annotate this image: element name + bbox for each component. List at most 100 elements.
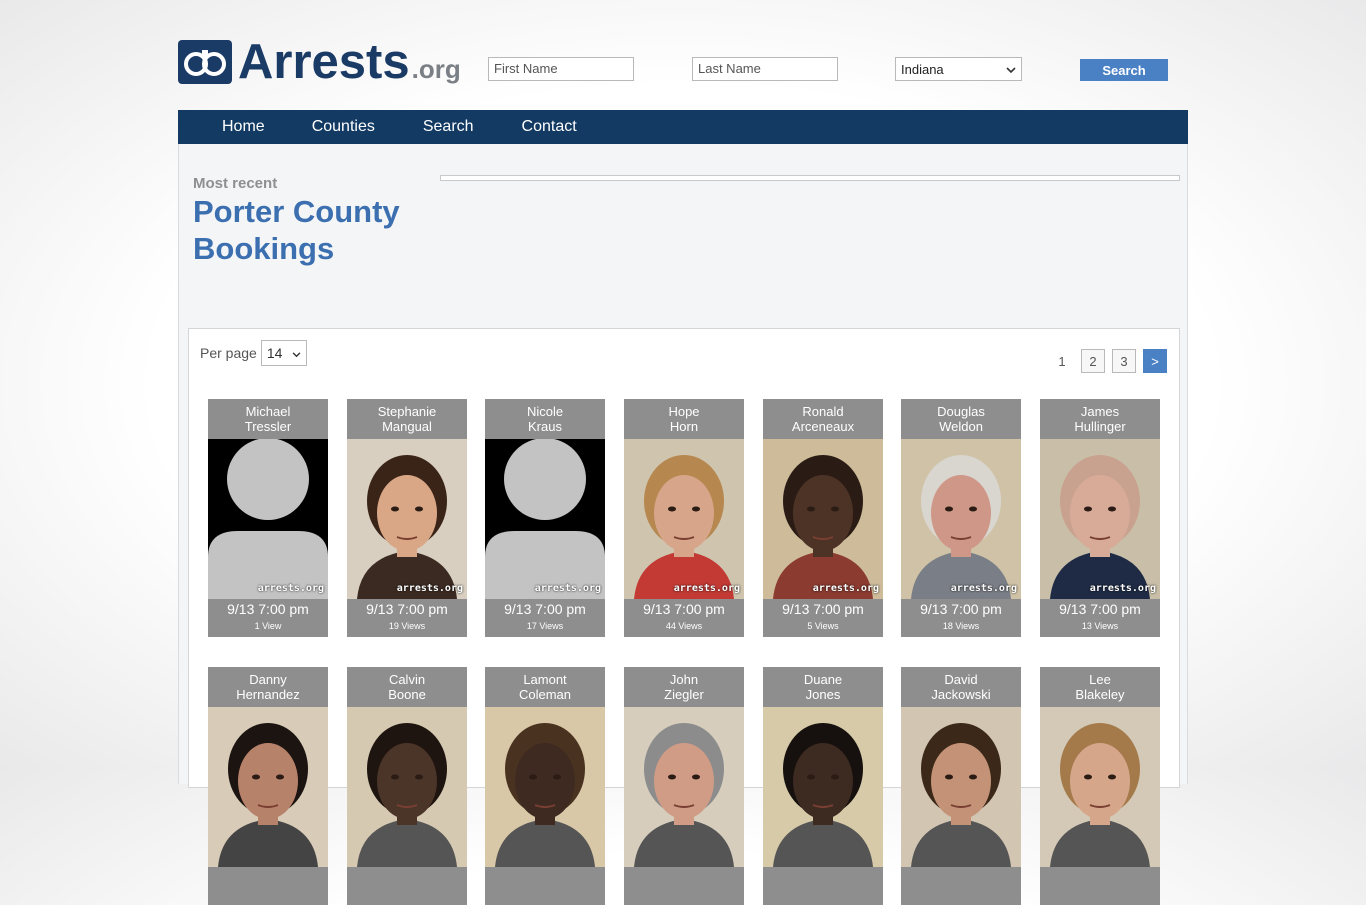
booking-time: 9/13 7:00 pm: [920, 601, 1002, 617]
mugshot-photo[interactable]: [347, 707, 467, 867]
mugshot-photo[interactable]: arrests.org: [763, 439, 883, 599]
photo-watermark: arrests.org: [673, 583, 740, 594]
view-count: 17 Views: [526, 621, 564, 631]
photo-watermark: arrests.org: [1089, 583, 1156, 594]
avatar-placeholder-icon[interactable]: arrests.org: [208, 439, 328, 599]
photo-watermark: arrests.org: [396, 583, 463, 594]
booking-card[interactable]: Michael Tressler arrests.org 9/13 7:00 pm 1 …: [208, 399, 328, 637]
last-name: Arceneaux: [791, 419, 855, 434]
state-select[interactable]: Indiana: [895, 57, 1022, 81]
first-name-input[interactable]: First Name: [488, 57, 634, 81]
booking-name[interactable]: Lamont Coleman: [485, 667, 605, 707]
first-name: Nicole: [526, 404, 564, 419]
chevron-down-icon: [292, 345, 301, 361]
mugshot-photo[interactable]: arrests.org: [624, 439, 744, 599]
booking-card[interactable]: Nicole Kraus arrests.org 9/13 7:00 pm 17 Vie…: [485, 399, 605, 637]
booking-card[interactable]: David Jackowski: [901, 667, 1021, 905]
first-name: Michael: [245, 404, 291, 419]
mugshot-photo[interactable]: [901, 707, 1021, 867]
booking-name[interactable]: James Hullinger: [1040, 399, 1160, 439]
view-count: 1 View: [254, 621, 282, 631]
booking-card[interactable]: James Hullinger arrests.org 9/13 7:00 pm 13 …: [1040, 399, 1160, 637]
page-title: Porter County Bookings: [193, 194, 400, 266]
page-link[interactable]: 2: [1081, 349, 1105, 373]
last-name: Jackowski: [931, 687, 991, 702]
mugshot-photo[interactable]: arrests.org: [901, 439, 1021, 599]
mugshot-photo[interactable]: [624, 707, 744, 867]
booking-card[interactable]: Stephanie Mangual arrests.org 9/13 7:00 pm 1…: [347, 399, 467, 637]
first-name: Stephanie: [377, 404, 437, 419]
booking-time: 9/13 7:00 pm: [227, 601, 309, 617]
first-name: Duane: [803, 672, 843, 687]
booking-name[interactable]: Douglas Weldon: [901, 399, 1021, 439]
last-name: Blakeley: [1075, 687, 1125, 702]
mugshot-photo[interactable]: [763, 707, 883, 867]
mugshot-photo[interactable]: arrests.org: [347, 439, 467, 599]
first-name: Hope: [668, 404, 700, 419]
page-current: 1: [1058, 353, 1066, 369]
booking-time: 9/13 7:00 pm: [504, 601, 586, 617]
booking-card[interactable]: Hope Horn arrests.org 9/13 7:00 pm 44 Views: [624, 399, 744, 637]
page-link[interactable]: 3: [1112, 349, 1136, 373]
last-name: Boone: [388, 687, 426, 702]
nav-counties[interactable]: Counties: [312, 118, 375, 136]
last-name: Weldon: [939, 419, 983, 434]
booking-card[interactable]: Duane Jones: [763, 667, 883, 905]
booking-card[interactable]: Douglas Weldon arrests.org 9/13 7:00 pm 18 V…: [901, 399, 1021, 637]
per-page-select[interactable]: 14: [260, 340, 307, 366]
per-page-value: 14: [266, 345, 283, 361]
mugshot-photo[interactable]: [208, 707, 328, 867]
booking-name[interactable]: Lee Blakeley: [1040, 667, 1160, 707]
avatar-placeholder-icon[interactable]: arrests.org: [485, 439, 605, 599]
view-count: 13 Views: [1081, 621, 1119, 631]
booking-name[interactable]: Michael Tressler: [208, 399, 328, 439]
booking-card[interactable]: Danny Hernandez: [208, 667, 328, 905]
photo-watermark: arrests.org: [812, 583, 879, 594]
booking-card[interactable]: John Ziegler: [624, 667, 744, 905]
booking-time: 9/13 7:00 pm: [1059, 601, 1141, 617]
booking-name[interactable]: Hope Horn: [624, 399, 744, 439]
last-name-input[interactable]: Last Name: [692, 57, 838, 81]
next-page-button[interactable]: >: [1143, 349, 1167, 373]
content-area: Most recent Porter County Bookings Per p…: [178, 144, 1188, 905]
state-select-value: Indiana: [901, 61, 944, 77]
nav-home[interactable]: Home: [222, 118, 265, 136]
last-name: Hullinger: [1074, 419, 1126, 434]
site-logo[interactable]: Arrests .org: [178, 34, 461, 89]
booking-name[interactable]: Nicole Kraus: [485, 399, 605, 439]
last-name: Hernandez: [236, 687, 300, 702]
nav-contact[interactable]: Contact: [522, 118, 577, 136]
nav-search[interactable]: Search: [423, 118, 474, 136]
booking-card[interactable]: Ronald Arceneaux arrests.org 9/13 7:00 pm 5 …: [763, 399, 883, 637]
mugshot-photo[interactable]: arrests.org: [1040, 439, 1160, 599]
booking-name[interactable]: John Ziegler: [624, 667, 744, 707]
booking-name[interactable]: David Jackowski: [901, 667, 1021, 707]
ad-banner: [440, 175, 1180, 181]
photo-watermark: arrests.org: [950, 583, 1017, 594]
mugshot-photo[interactable]: [485, 707, 605, 867]
last-name: Ziegler: [664, 687, 704, 702]
photo-watermark: arrests.org: [534, 583, 601, 594]
booking-card[interactable]: Calvin Boone: [347, 667, 467, 905]
mugshot-photo[interactable]: [1040, 707, 1160, 867]
booking-card[interactable]: Lamont Coleman: [485, 667, 605, 905]
view-count: 5 Views: [807, 621, 839, 631]
booking-name[interactable]: Stephanie Mangual: [347, 399, 467, 439]
booking-time: 9/13 7:00 pm: [366, 601, 448, 617]
handcuffs-logo-icon: [178, 40, 232, 84]
booking-name[interactable]: Danny Hernandez: [208, 667, 328, 707]
last-name: Horn: [669, 419, 699, 434]
view-count: 19 Views: [388, 621, 426, 631]
photo-watermark: arrests.org: [257, 583, 324, 594]
booking-time: 9/13 7:00 pm: [782, 601, 864, 617]
search-button[interactable]: Search: [1080, 59, 1168, 81]
bookings-panel: Per page 14 1 2 3 > Michael Tressler arres…: [188, 328, 1180, 905]
logo-text: Arrests: [238, 35, 410, 89]
first-name: Ronald: [802, 404, 844, 419]
booking-name[interactable]: Calvin Boone: [347, 667, 467, 707]
booking-name[interactable]: Ronald Arceneaux: [763, 399, 883, 439]
booking-name[interactable]: Duane Jones: [763, 667, 883, 707]
per-page-control: Per page 14: [200, 340, 307, 366]
booking-card[interactable]: Lee Blakeley: [1040, 667, 1160, 905]
first-name: David: [944, 672, 978, 687]
